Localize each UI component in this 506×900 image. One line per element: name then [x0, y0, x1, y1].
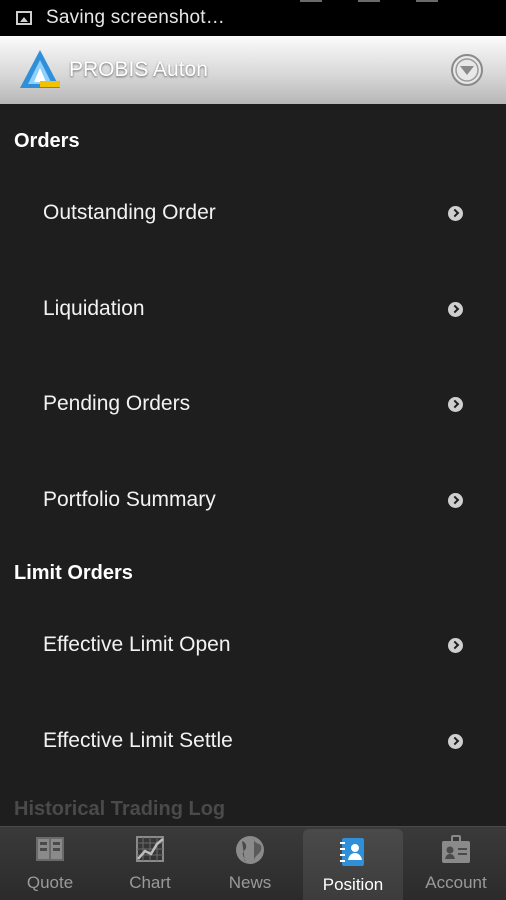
menu-item-outstanding-order[interactable]: Outstanding Order	[0, 165, 506, 261]
status-bar: Saving screenshot…	[0, 0, 506, 36]
menu-item-label: Liquidation	[43, 297, 145, 320]
position-menu: Orders Outstanding Order Liquidation Pen…	[0, 104, 506, 826]
tab-label: News	[228, 873, 272, 892]
image-icon	[16, 11, 32, 25]
app-title: PROBIS Auton	[69, 58, 208, 81]
menu-item-pending-orders[interactable]: Pending Orders	[0, 356, 506, 452]
account-icon	[442, 835, 470, 863]
menu-item-label: Portfolio Summary	[43, 488, 216, 511]
quote-icon	[36, 837, 64, 861]
tab-label: Account	[425, 873, 487, 892]
app-logo-icon	[20, 50, 60, 88]
tab-label: Quote	[26, 873, 74, 892]
tab-news[interactable]: News	[200, 827, 300, 900]
tab-label: Chart	[129, 873, 171, 892]
chevron-right-icon	[448, 637, 463, 653]
dropdown-chevron-icon[interactable]	[450, 53, 484, 87]
section-header-orders: Orders	[14, 130, 80, 152]
chevron-right-icon	[448, 492, 463, 508]
menu-item-effective-limit-open[interactable]: Effective Limit Open	[0, 597, 506, 693]
bottom-nav: Quote Chart News Position Account	[0, 826, 506, 900]
tab-quote[interactable]: Quote	[0, 827, 100, 900]
menu-item-label: Effective Limit Settle	[43, 729, 233, 752]
tab-label: Position	[322, 875, 384, 894]
menu-item-label: Outstanding Order	[43, 201, 216, 224]
globe-icon	[236, 836, 264, 864]
menu-item-label: Effective Limit Open	[43, 633, 231, 656]
menu-item-label: Pending Orders	[43, 392, 191, 415]
menu-item-effective-limit-settle[interactable]: Effective Limit Settle	[0, 693, 506, 789]
tab-chart[interactable]: Chart	[100, 827, 200, 900]
chevron-right-icon	[448, 733, 463, 749]
position-icon	[340, 838, 364, 866]
tab-account[interactable]: Account	[406, 827, 506, 900]
chevron-right-icon	[448, 396, 463, 412]
status-bar-indicators	[300, 0, 438, 2]
section-header-limit-orders: Limit Orders	[14, 562, 133, 584]
chevron-right-icon	[448, 301, 463, 317]
menu-item-liquidation[interactable]: Liquidation	[0, 261, 506, 357]
menu-item-portfolio-summary[interactable]: Portfolio Summary	[0, 452, 506, 548]
section-header-historical: Historical Trading Log	[14, 798, 226, 820]
chevron-right-icon	[448, 205, 463, 221]
app-header: PROBIS Auton	[0, 36, 506, 104]
chart-icon	[136, 836, 164, 862]
tab-position[interactable]: Position	[303, 829, 403, 900]
notification-text: Saving screenshot…	[46, 7, 225, 28]
